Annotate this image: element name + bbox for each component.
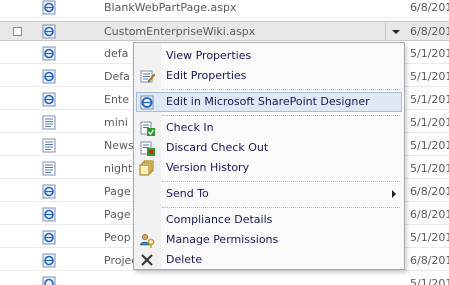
file-name-link[interactable]: Page bbox=[104, 185, 131, 198]
check-in-icon bbox=[140, 121, 155, 136]
menu-item-manage-permissions[interactable]: Manage Permissions bbox=[136, 230, 402, 250]
table-row[interactable]: 5/1/201 bbox=[0, 274, 449, 285]
file-modified-date: 6/8/201 bbox=[410, 208, 449, 221]
edit-properties-icon bbox=[140, 70, 155, 83]
file-modified-date: 5/1/201 bbox=[410, 231, 449, 244]
file-name-link[interactable]: News bbox=[104, 139, 134, 152]
menu-separator bbox=[162, 207, 400, 208]
menu-item-edit-properties[interactable]: Edit Properties bbox=[136, 66, 402, 86]
menu-item-discard-check-out[interactable]: Discard Check Out bbox=[136, 138, 402, 158]
file-modified-date: 5/1/201 bbox=[410, 277, 449, 285]
aspx-file-icon bbox=[42, 230, 56, 245]
menu-item-label: Edit in Microsoft SharePoint Designer bbox=[166, 95, 370, 108]
aspx-file-icon bbox=[42, 0, 56, 15]
document-file-icon bbox=[42, 138, 56, 153]
discard-checkout-icon bbox=[140, 141, 155, 156]
file-modified-date: 6/8/201 bbox=[410, 25, 449, 38]
menu-separator bbox=[162, 89, 400, 90]
menu-item-label: Compliance Details bbox=[166, 213, 273, 226]
menu-item-label: View Properties bbox=[166, 49, 252, 62]
menu-item-label: Discard Check Out bbox=[166, 141, 269, 154]
menu-item-label: Delete bbox=[166, 253, 203, 266]
menu-item-delete[interactable]: Delete bbox=[136, 250, 402, 270]
file-modified-date: 5/1/201 bbox=[410, 139, 449, 152]
submenu-arrow-icon bbox=[392, 190, 396, 198]
file-name-link[interactable]: Page bbox=[104, 208, 131, 221]
menu-item-label: Send To bbox=[166, 187, 209, 200]
aspx-file-icon bbox=[42, 92, 56, 107]
menu-item-label: Check In bbox=[166, 121, 214, 134]
version-history-icon bbox=[139, 160, 154, 176]
menu-item-edit-in-sharepoint-designer[interactable]: Edit in Microsoft SharePoint Designer bbox=[136, 92, 402, 112]
menu-item-label: Version History bbox=[166, 161, 250, 174]
delete-icon bbox=[141, 254, 153, 266]
manage-permissions-icon bbox=[140, 234, 155, 248]
file-modified-date: 6/8/201 bbox=[410, 1, 449, 14]
document-file-icon bbox=[42, 115, 56, 130]
sharepoint-designer-icon bbox=[140, 95, 154, 110]
file-name-link[interactable]: Ente bbox=[104, 93, 129, 106]
aspx-file-icon bbox=[42, 207, 56, 222]
menu-separator bbox=[162, 181, 400, 182]
file-name-link[interactable]: night bbox=[104, 162, 132, 175]
menu-item-view-properties[interactable]: View Properties bbox=[136, 46, 402, 66]
row-checkbox[interactable] bbox=[13, 27, 22, 36]
table-row-selected[interactable]: CustomEnterpriseWiki.aspx 6/8/201 bbox=[0, 21, 449, 41]
menu-item-send-to[interactable]: Send To bbox=[136, 184, 402, 204]
file-name-link[interactable]: defa bbox=[104, 47, 128, 60]
item-menu-dropdown-button[interactable] bbox=[385, 23, 405, 40]
menu-separator bbox=[162, 115, 400, 116]
file-modified-date: 5/1/201 bbox=[410, 47, 449, 60]
aspx-file-icon bbox=[42, 276, 56, 285]
aspx-file-icon bbox=[42, 253, 56, 268]
file-modified-date: 6/8/201 bbox=[410, 185, 449, 198]
document-file-icon bbox=[42, 161, 56, 176]
file-modified-date: 5/1/201 bbox=[410, 70, 449, 83]
table-row[interactable]: BlankWebPartPage.aspx 6/8/201 bbox=[0, 0, 449, 18]
menu-item-label: Manage Permissions bbox=[166, 233, 279, 246]
aspx-file-icon bbox=[42, 184, 56, 199]
document-library-view: BlankWebPartPage.aspx 6/8/201 CustomEnte… bbox=[0, 0, 449, 285]
file-modified-date: 5/1/201 bbox=[410, 93, 449, 106]
aspx-file-icon bbox=[42, 69, 56, 84]
file-name-link[interactable]: BlankWebPartPage.aspx bbox=[104, 1, 236, 14]
file-name-link[interactable]: CustomEnterpriseWiki.aspx bbox=[104, 25, 255, 38]
file-modified-date: 6/8/201 bbox=[410, 254, 449, 267]
file-modified-date: 5/1/201 bbox=[410, 116, 449, 129]
menu-item-label: Edit Properties bbox=[166, 69, 247, 82]
file-name-link[interactable]: mini bbox=[104, 116, 128, 129]
menu-item-compliance-details[interactable]: Compliance Details bbox=[136, 210, 402, 230]
menu-item-version-history[interactable]: Version History bbox=[136, 158, 402, 178]
aspx-file-icon bbox=[42, 46, 56, 61]
file-name-link[interactable]: Peop bbox=[104, 231, 131, 244]
file-name-link[interactable]: Defa bbox=[104, 70, 130, 83]
aspx-file-icon bbox=[42, 24, 56, 39]
menu-item-check-in[interactable]: Check In bbox=[136, 118, 402, 138]
item-context-menu: View Properties Edit Properties Edit in … bbox=[133, 42, 405, 270]
file-modified-date: 5/1/201 bbox=[410, 162, 449, 175]
